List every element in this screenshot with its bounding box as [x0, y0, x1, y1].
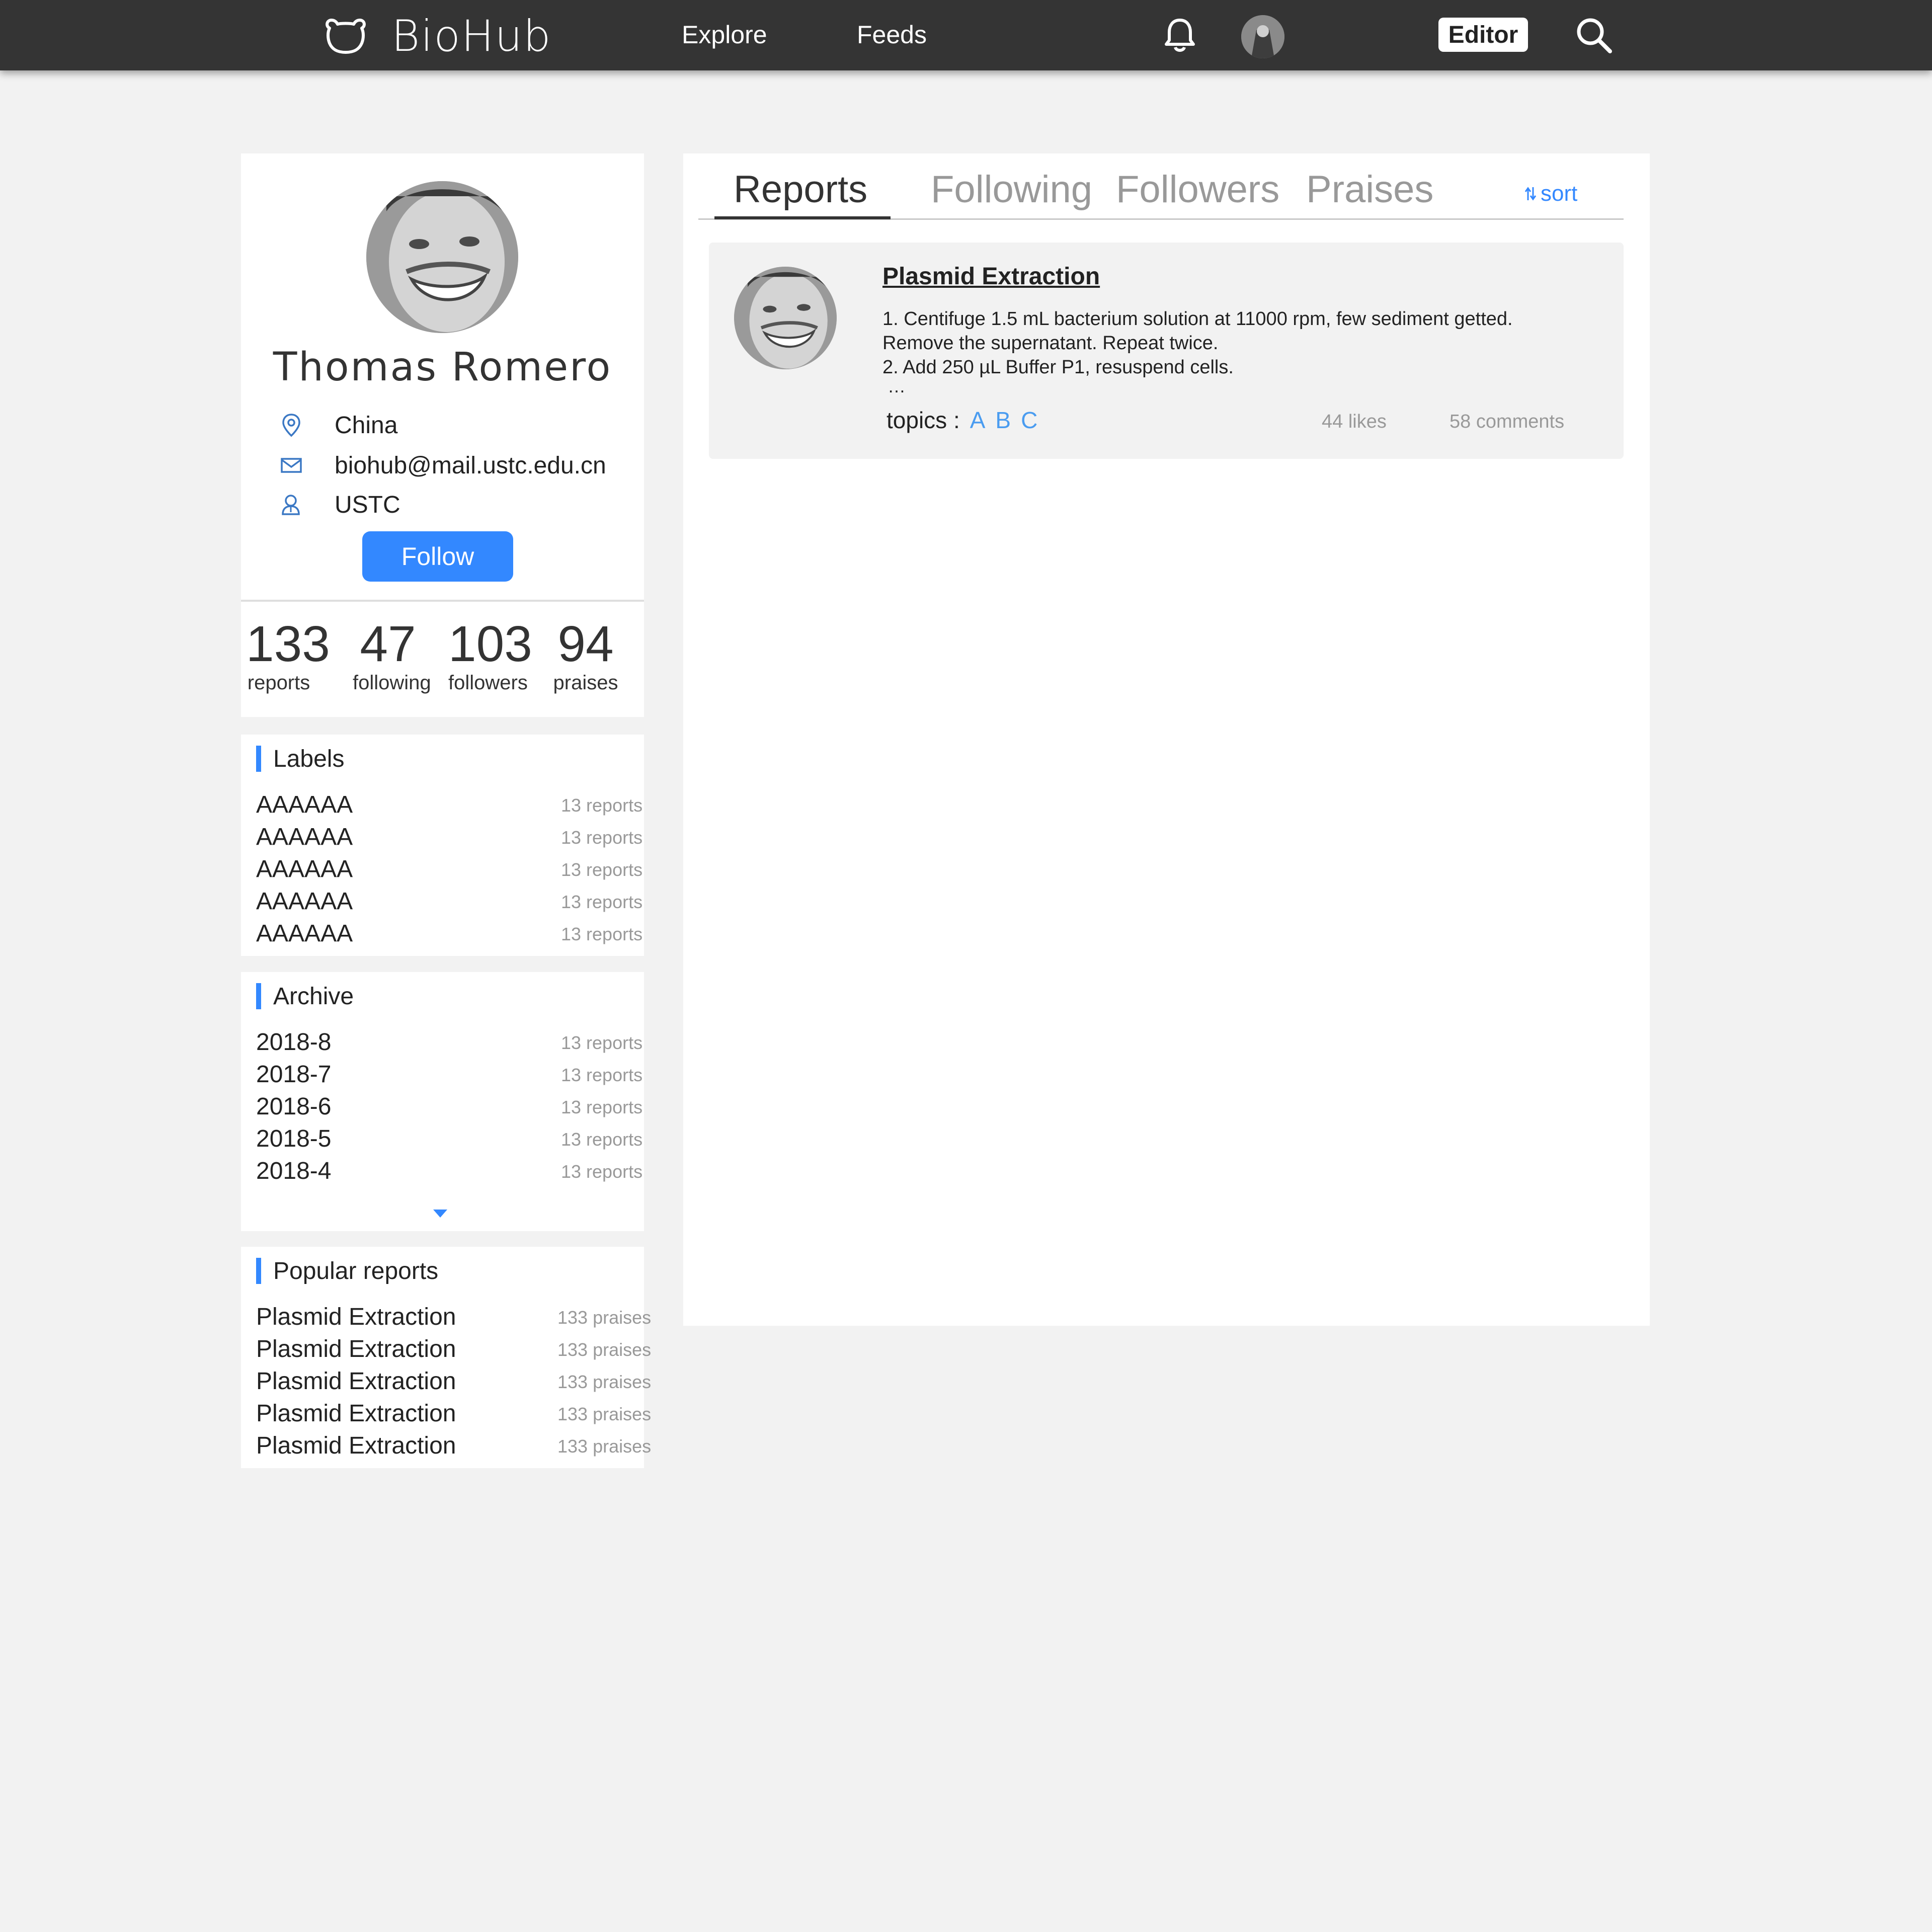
archive-item[interactable]: 2018-8 13 reports [256, 1028, 644, 1057]
popular-reports-title: Popular reports [256, 1258, 438, 1284]
sort-label: sort [1541, 181, 1578, 206]
organization-text: USTC [335, 491, 400, 518]
stat-reports[interactable]: 133 reports [246, 616, 330, 694]
organization-row: USTC [279, 490, 400, 520]
report-topics: topics : A B C [887, 407, 1037, 434]
chevron-down-icon[interactable] [432, 1209, 448, 1219]
sort-button[interactable]: sort [1524, 181, 1577, 206]
topics-label: topics : [887, 407, 960, 433]
stat-praises[interactable]: 94 praises [550, 616, 621, 694]
envelope-icon [281, 458, 302, 473]
title-accent-bar [256, 746, 261, 772]
popular-report-item[interactable]: Plasmid Extraction 133 praises [256, 1367, 651, 1396]
email-row: biohub@mail.ustc.edu.cn [279, 450, 606, 480]
label-item[interactable]: AAAAAA 13 reports [256, 920, 644, 948]
labels-title: Labels [256, 746, 344, 772]
report-card[interactable]: Plasmid Extraction 1. Centifuge 1.5 mL b… [709, 243, 1624, 459]
profile-card: Thomas Romero China biohub@mail.ustc.edu… [241, 153, 644, 717]
tab-followers[interactable]: Followers [1116, 168, 1279, 211]
brand-name[interactable]: BioHub [391, 11, 552, 61]
stat-following[interactable]: 47 following [353, 616, 431, 694]
popular-report-item[interactable]: Plasmid Extraction 133 praises [256, 1303, 651, 1331]
title-accent-bar [256, 1258, 261, 1284]
top-navbar: BioHub Explore Feeds Editor [0, 0, 1932, 70]
nav-explore-link[interactable]: Explore [682, 20, 767, 49]
label-item[interactable]: AAAAAA 13 reports [256, 855, 644, 883]
report-excerpt: 1. Centifuge 1.5 mL bacterium solution a… [882, 308, 1513, 378]
popular-report-item[interactable]: Plasmid Extraction 133 praises [256, 1432, 651, 1460]
archive-title: Archive [256, 983, 354, 1010]
sort-arrows-icon [1524, 187, 1537, 201]
popular-report-item[interactable]: Plasmid Extraction 133 praises [256, 1400, 651, 1428]
labels-panel: Labels AAAAAA 13 reports AAAAAA 13 reports… [241, 735, 644, 956]
profile-name: Thomas Romero [273, 345, 612, 390]
label-item[interactable]: AAAAAA 13 reports [256, 823, 644, 851]
location-pin-icon [282, 414, 300, 437]
organization-user-icon [282, 495, 300, 515]
main-content-panel: Reports Following Followers Praises sort… [683, 153, 1650, 1326]
tab-reports[interactable]: Reports [734, 168, 867, 211]
title-accent-bar [256, 983, 261, 1009]
bear-logo-icon[interactable] [325, 16, 367, 54]
report-author-avatar[interactable] [734, 267, 837, 369]
search-icon[interactable] [1575, 16, 1613, 54]
topic-link[interactable]: C [1021, 407, 1037, 434]
location-text: China [335, 412, 398, 439]
archive-item[interactable]: 2018-5 13 reports [256, 1125, 644, 1153]
email-text[interactable]: biohub@mail.ustc.edu.cn [335, 452, 606, 479]
divider [241, 600, 644, 602]
user-avatar[interactable] [1241, 15, 1284, 58]
location-row: China [279, 410, 397, 440]
nav-feeds-link[interactable]: Feeds [857, 20, 927, 49]
bell-icon[interactable] [1162, 17, 1197, 53]
profile-avatar [366, 181, 518, 333]
active-tab-indicator [714, 216, 891, 219]
editor-button[interactable]: Editor [1438, 18, 1528, 52]
popular-report-item[interactable]: Plasmid Extraction 133 praises [256, 1335, 651, 1363]
archive-item[interactable]: 2018-7 13 reports [256, 1061, 644, 1089]
tab-following[interactable]: Following [931, 168, 1092, 211]
report-title[interactable]: Plasmid Extraction [882, 263, 1100, 290]
topic-link[interactable]: B [995, 407, 1011, 434]
archive-panel: Archive 2018-8 13 reports 2018-7 13 report… [241, 972, 644, 1231]
topic-link[interactable]: A [970, 407, 986, 434]
stat-followers[interactable]: 103 followers [448, 616, 532, 694]
follow-button[interactable]: Follow [362, 531, 513, 582]
label-item[interactable]: AAAAAA 13 reports [256, 888, 644, 916]
archive-item[interactable]: 2018-6 13 reports [256, 1093, 644, 1121]
tab-praises[interactable]: Praises [1306, 168, 1433, 211]
label-item[interactable]: AAAAAA 13 reports [256, 791, 644, 819]
comments-count[interactable]: 58 comments [1450, 411, 1564, 433]
likes-count[interactable]: 44 likes [1322, 411, 1387, 433]
popular-reports-panel: Popular reports Plasmid Extraction 133 pr… [241, 1247, 651, 1468]
report-ellipsis: … [888, 376, 906, 396]
archive-item[interactable]: 2018-4 13 reports [256, 1157, 644, 1185]
